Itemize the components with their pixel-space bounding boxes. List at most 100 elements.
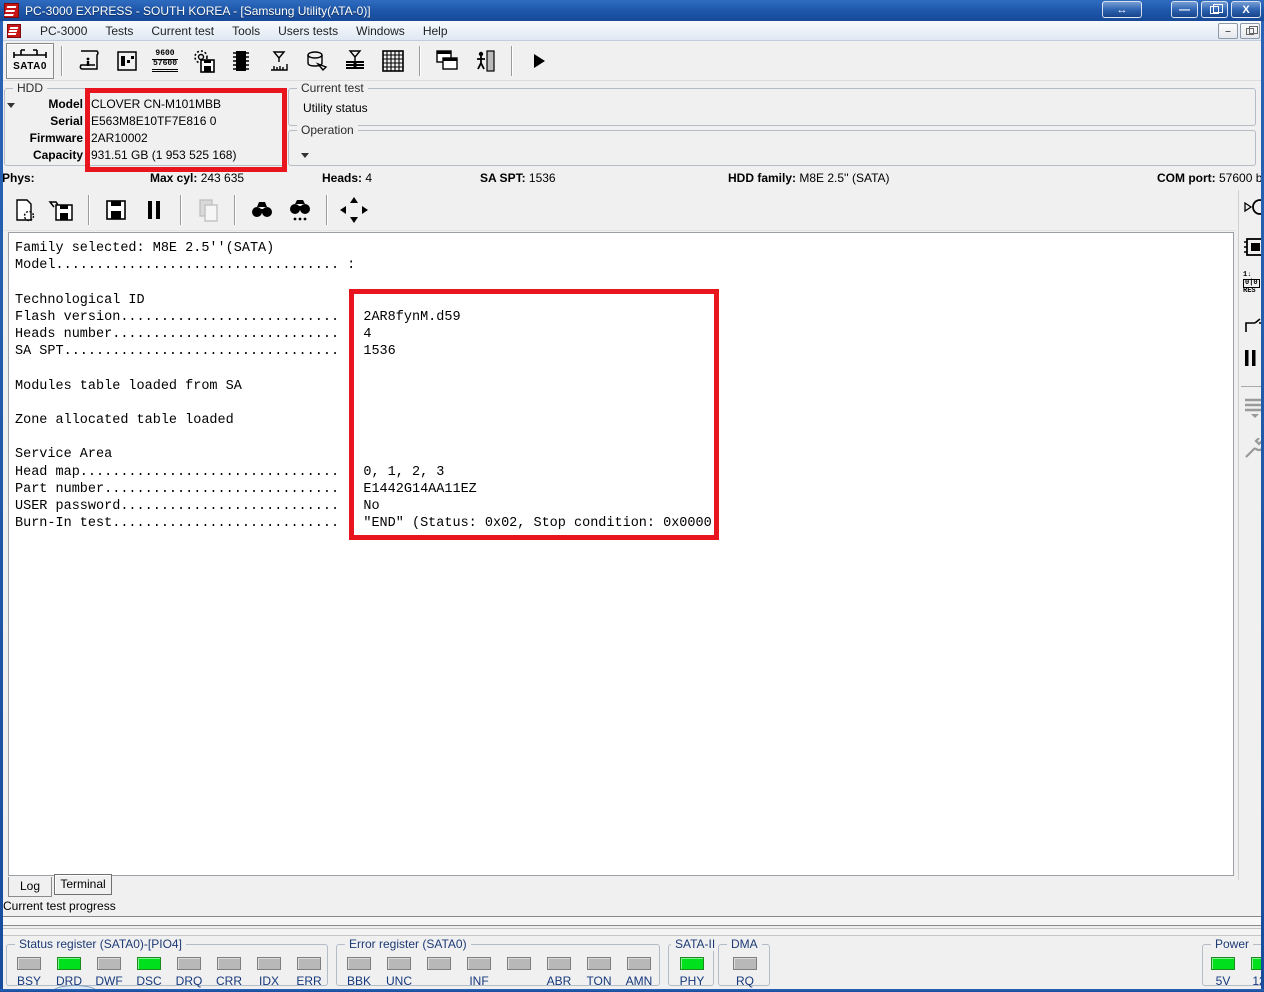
baud-rate-button[interactable]: 9600 57600 xyxy=(149,44,181,78)
led-drd: DRD xyxy=(51,957,87,988)
reset-button[interactable]: 1↓ 0|0 RES xyxy=(1243,272,1260,295)
led-ton: TON xyxy=(581,957,617,988)
windows-cascade-button[interactable] xyxy=(431,44,463,78)
tab-log[interactable]: Log xyxy=(8,877,52,897)
power-label: Power xyxy=(1211,937,1254,951)
menu-users-tests[interactable]: Users tests xyxy=(269,22,347,40)
led-rq: RQ xyxy=(727,957,763,988)
toolbar-separator xyxy=(180,195,182,225)
run-test-button[interactable] xyxy=(523,44,555,78)
led-indicator xyxy=(137,957,161,970)
settings-save-button[interactable] xyxy=(187,44,219,78)
hdd-capacity-row: Capacity 931.51 GB (1 953 525 168) xyxy=(32,148,237,162)
secondary-progress-bar xyxy=(2,928,1262,936)
sata2-group: SATA-II PHY xyxy=(668,937,720,988)
toolbar-separator xyxy=(326,195,328,225)
led-indicator xyxy=(17,957,41,970)
exit-door-icon xyxy=(477,49,495,72)
com-port-value: COM port: 57600 b xyxy=(1157,171,1263,185)
current-test-group-label: Current test xyxy=(297,81,368,95)
pause-terminal-button[interactable] xyxy=(1243,348,1257,368)
led-5v: 5V xyxy=(1205,957,1241,988)
restore-button[interactable] xyxy=(1201,1,1228,18)
exit-utility-button[interactable] xyxy=(469,44,501,78)
tab-terminal[interactable]: Terminal xyxy=(54,874,112,895)
operation-dropdown-caret[interactable] xyxy=(301,153,309,158)
toolbar-separator xyxy=(511,45,513,76)
led-amn: AMN xyxy=(621,957,657,988)
grid-icon xyxy=(382,49,404,72)
sata-port-button[interactable]: SATA0 xyxy=(6,42,54,79)
operation-group-label: Operation xyxy=(297,123,358,137)
pause-log-button[interactable] xyxy=(138,193,170,227)
led-bsy: BSY xyxy=(11,957,47,988)
led-dsc: DSC xyxy=(131,957,167,988)
progress-label: Current test progress xyxy=(3,899,116,913)
close-button[interactable]: X xyxy=(1231,1,1261,18)
max-cyl-value: Max cyl: 243 635 xyxy=(150,171,245,185)
menu-help[interactable]: Help xyxy=(414,22,457,40)
led-unnamed-2 xyxy=(501,957,537,974)
log-toolbar xyxy=(0,190,1236,231)
mdi-restore-icon xyxy=(1246,25,1258,35)
load-log-button[interactable] xyxy=(46,193,78,227)
utility-status-text: Utility status xyxy=(303,101,368,115)
funnel-lines-icon xyxy=(346,49,364,69)
resize-window-button[interactable]: ↔ xyxy=(1102,1,1142,18)
find-button[interactable] xyxy=(246,193,278,227)
report-gear-icon xyxy=(16,199,35,222)
menu-pc3000[interactable]: PC-3000 xyxy=(31,22,96,40)
led-indicator xyxy=(507,957,531,970)
mdi-minimize-button[interactable]: – xyxy=(1218,23,1238,39)
drive-info-button[interactable] xyxy=(73,44,105,78)
menu-current-test[interactable]: Current test xyxy=(142,22,223,40)
led-indicator xyxy=(467,957,491,970)
navigate-button[interactable] xyxy=(338,193,370,227)
four-arrows-icon xyxy=(340,197,368,223)
hdd-model-row: Model CLOVER CN-M101MBB xyxy=(48,97,222,111)
database-button[interactable] xyxy=(301,44,333,78)
filter-params-button[interactable] xyxy=(339,44,371,78)
menu-windows[interactable]: Windows xyxy=(347,22,414,40)
led-indicator xyxy=(1211,957,1235,970)
toolbar-separator xyxy=(61,45,63,76)
reset-label: RES xyxy=(1243,287,1256,295)
binoculars-next-icon xyxy=(290,200,310,221)
current-test-group: Current test Utility status xyxy=(288,81,1256,126)
led-drq: DRQ xyxy=(171,957,207,988)
save-log-button[interactable] xyxy=(100,193,132,227)
test-progress-bar xyxy=(2,916,1262,926)
main-toolbar: SATA0 9600 57600 xyxy=(0,41,1264,81)
led-idx: IDX xyxy=(251,957,287,988)
mdi-restore-button[interactable] xyxy=(1240,23,1260,39)
baud-rate-icon: 9600 57600 xyxy=(151,49,178,72)
phys-label: Phys: xyxy=(2,171,35,185)
binoculars-icon xyxy=(252,202,272,217)
new-report-button[interactable] xyxy=(8,193,40,227)
minimize-button[interactable]: — xyxy=(1171,1,1198,18)
sector-map-button[interactable] xyxy=(377,44,409,78)
menu-tests[interactable]: Tests xyxy=(96,22,142,40)
led-indicator xyxy=(177,957,201,970)
log-output-area[interactable]: Family selected: M8E 2.5''(SATA) Model..… xyxy=(8,232,1234,876)
hdd-family-value: HDD family: M8E 2.5'' (SATA) xyxy=(728,171,890,185)
led-crr: CRR xyxy=(211,957,247,988)
drive-resources-button[interactable] xyxy=(111,44,143,78)
pause-icon xyxy=(148,201,160,219)
funnel-ruler-icon xyxy=(271,50,288,71)
operation-group: Operation xyxy=(288,123,1256,166)
find-next-button[interactable] xyxy=(284,193,316,227)
menu-tools[interactable]: Tools xyxy=(223,22,269,40)
title-bar: PC-3000 EXPRESS - SOUTH KOREA - [Samsung… xyxy=(0,0,1264,21)
led-inf: INF xyxy=(461,957,497,988)
status-register-label: Status register (SATA0)-[PIO4] xyxy=(15,937,186,951)
window-title: PC-3000 EXPRESS - SOUTH KOREA - [Samsung… xyxy=(25,3,371,18)
sata2-label: SATA-II xyxy=(671,937,720,951)
led-indicator xyxy=(97,957,121,970)
power-group: Power 5V 12V xyxy=(1202,937,1264,988)
copy-log-button[interactable] xyxy=(192,193,224,227)
cascade-windows-icon xyxy=(436,49,458,70)
flash-chip-button[interactable] xyxy=(225,44,257,78)
app-logo-icon xyxy=(4,3,19,18)
test-selection-button[interactable] xyxy=(263,44,295,78)
